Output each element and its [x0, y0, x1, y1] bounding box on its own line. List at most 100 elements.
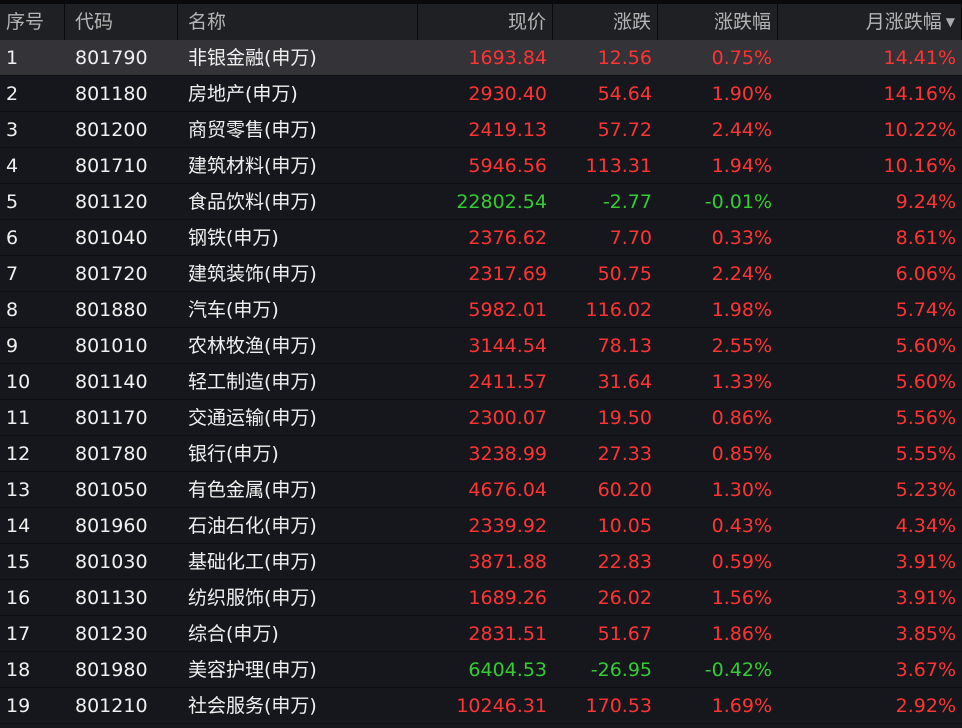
cell-change: 78.13	[597, 335, 652, 357]
cell-price: 1689.26	[468, 587, 547, 609]
cell-code: 801210	[75, 695, 148, 717]
cell-code: 801230	[75, 623, 148, 645]
table-row[interactable]: 8 801880 汽车(申万) 5982.01 116.02 1.98% 5.74%	[0, 292, 962, 328]
cell-change: 27.33	[597, 443, 652, 465]
cell-pct: 2.24%	[711, 263, 772, 285]
cell-price: 6404.53	[468, 659, 547, 681]
table-row[interactable]: 1 801790 非银金融(申万) 1693.84 12.56 0.75% 14.41%	[0, 40, 962, 76]
cell-price: 3238.99	[468, 443, 547, 465]
cell-price: 22802.54	[456, 191, 547, 213]
cell-pct: 1.90%	[711, 83, 772, 105]
table-row[interactable]: 7 801720 建筑装饰(申万) 2317.69 50.75 2.24% 6.06%	[0, 256, 962, 292]
table-header: 序号 代码 名称 现价 涨跌 涨跌幅 月涨跌幅 ▼	[0, 4, 962, 40]
cell-change: 170.53	[585, 695, 652, 717]
table-row[interactable]: 14 801960 石油石化(申万) 2339.92 10.05 0.43% 4.34%	[0, 508, 962, 544]
cell-price: 2339.92	[468, 515, 547, 537]
header-change[interactable]: 涨跌	[553, 4, 658, 40]
cell-change: 51.67	[597, 623, 652, 645]
cell-name: 银行(申万)	[188, 443, 279, 465]
cell-code: 801780	[75, 443, 148, 465]
cell-pct: 1.98%	[711, 299, 772, 321]
table-row[interactable]: 4 801710 建筑材料(申万) 5946.56 113.31 1.94% 10.16%	[0, 148, 962, 184]
cell-code: 801200	[75, 119, 148, 141]
table-row[interactable]: 19 801210 社会服务(申万) 10246.31 170.53 1.69% 2.92%	[0, 688, 962, 724]
cell-price: 5982.01	[468, 299, 547, 321]
header-price[interactable]: 现价	[418, 4, 553, 40]
cell-month: 5.56%	[895, 407, 956, 429]
cell-month: 5.55%	[895, 443, 956, 465]
cell-price: 10246.31	[456, 695, 547, 717]
cell-pct: 0.59%	[711, 551, 772, 573]
cell-seq: 7	[6, 263, 19, 285]
cell-name: 综合(申万)	[188, 623, 279, 645]
cell-change: 22.83	[597, 551, 652, 573]
table-row[interactable]: 10 801140 轻工制造(申万) 2411.57 31.64 1.33% 5.60%	[0, 364, 962, 400]
table-row[interactable]: 18 801980 美容护理(申万) 6404.53 -26.95 -0.42% 3.67%	[0, 652, 962, 688]
cell-price: 1693.84	[468, 47, 547, 69]
cell-name: 钢铁(申万)	[188, 227, 279, 249]
cell-price: 2317.69	[468, 263, 547, 285]
header-seq[interactable]: 序号	[0, 4, 65, 40]
cell-seq: 5	[6, 191, 19, 213]
cell-pct: -0.42%	[704, 659, 772, 681]
cell-pct: 0.86%	[711, 407, 772, 429]
cell-seq: 11	[6, 407, 31, 429]
cell-price: 5946.56	[468, 155, 547, 177]
cell-change: 31.64	[597, 371, 652, 393]
cell-change: -2.77	[602, 191, 652, 213]
cell-month: 2.92%	[895, 695, 956, 717]
cell-seq: 6	[6, 227, 19, 249]
cell-code: 801960	[75, 515, 148, 537]
table-row[interactable]: 5 801120 食品饮料(申万) 22802.54 -2.77 -0.01% 9.24%	[0, 184, 962, 220]
cell-seq: 18	[6, 659, 31, 681]
cell-month: 3.85%	[895, 623, 956, 645]
table-row[interactable]: 17 801230 综合(申万) 2831.51 51.67 1.86% 3.85%	[0, 616, 962, 652]
table-row[interactable]: 16 801130 纺织服饰(申万) 1689.26 26.02 1.56% 3.91%	[0, 580, 962, 616]
header-code[interactable]: 代码	[65, 4, 178, 40]
cell-price: 2930.40	[468, 83, 547, 105]
cell-price: 3871.88	[468, 551, 547, 573]
cell-seq: 16	[6, 587, 31, 609]
table-row[interactable]: 6 801040 钢铁(申万) 2376.62 7.70 0.33% 8.61%	[0, 220, 962, 256]
cell-code: 801010	[75, 335, 148, 357]
cell-seq: 1	[6, 47, 19, 69]
cell-name: 建筑装饰(申万)	[188, 263, 317, 285]
cell-seq: 15	[6, 551, 31, 573]
cell-change: 26.02	[597, 587, 652, 609]
cell-name: 基础化工(申万)	[188, 551, 317, 573]
cell-code: 801880	[75, 299, 148, 321]
cell-seq: 12	[6, 443, 31, 465]
table-row[interactable]: 15 801030 基础化工(申万) 3871.88 22.83 0.59% 3.91%	[0, 544, 962, 580]
cell-change: 116.02	[585, 299, 652, 321]
cell-pct: 1.86%	[711, 623, 772, 645]
header-pct[interactable]: 涨跌幅	[658, 4, 778, 40]
cell-name: 建筑材料(申万)	[188, 155, 317, 177]
header-name[interactable]: 名称	[178, 4, 418, 40]
cell-change: 7.70	[609, 227, 652, 249]
cell-change: 113.31	[585, 155, 652, 177]
cell-name: 有色金属(申万)	[188, 479, 317, 501]
table-row[interactable]: 11 801170 交通运输(申万) 2300.07 19.50 0.86% 5.56%	[0, 400, 962, 436]
table-row[interactable]: 9 801010 农林牧渔(申万) 3144.54 78.13 2.55% 5.60%	[0, 328, 962, 364]
cell-pct: 1.69%	[711, 695, 772, 717]
table-row[interactable]: 3 801200 商贸零售(申万) 2419.13 57.72 2.44% 10.22%	[0, 112, 962, 148]
cell-seq: 9	[6, 335, 19, 357]
table-row[interactable]: 2 801180 房地产(申万) 2930.40 54.64 1.90% 14.16%	[0, 76, 962, 112]
cell-change: -26.95	[590, 659, 652, 681]
cell-name: 农林牧渔(申万)	[188, 335, 317, 357]
cell-seq: 4	[6, 155, 19, 177]
cell-name: 食品饮料(申万)	[188, 191, 317, 213]
cell-code: 801790	[75, 47, 148, 69]
cell-seq: 10	[6, 371, 31, 393]
cell-change: 57.72	[597, 119, 652, 141]
cell-pct: 1.30%	[711, 479, 772, 501]
header-month[interactable]: 月涨跌幅 ▼	[778, 4, 962, 40]
cell-month: 8.61%	[895, 227, 956, 249]
table-row[interactable]: 13 801050 有色金属(申万) 4676.04 60.20 1.30% 5.23%	[0, 472, 962, 508]
cell-name: 非银金融(申万)	[188, 47, 317, 69]
cell-code: 801170	[75, 407, 148, 429]
cell-pct: 1.56%	[711, 587, 772, 609]
cell-code: 801980	[75, 659, 148, 681]
table-row[interactable]: 12 801780 银行(申万) 3238.99 27.33 0.85% 5.55%	[0, 436, 962, 472]
cell-month: 3.67%	[895, 659, 956, 681]
